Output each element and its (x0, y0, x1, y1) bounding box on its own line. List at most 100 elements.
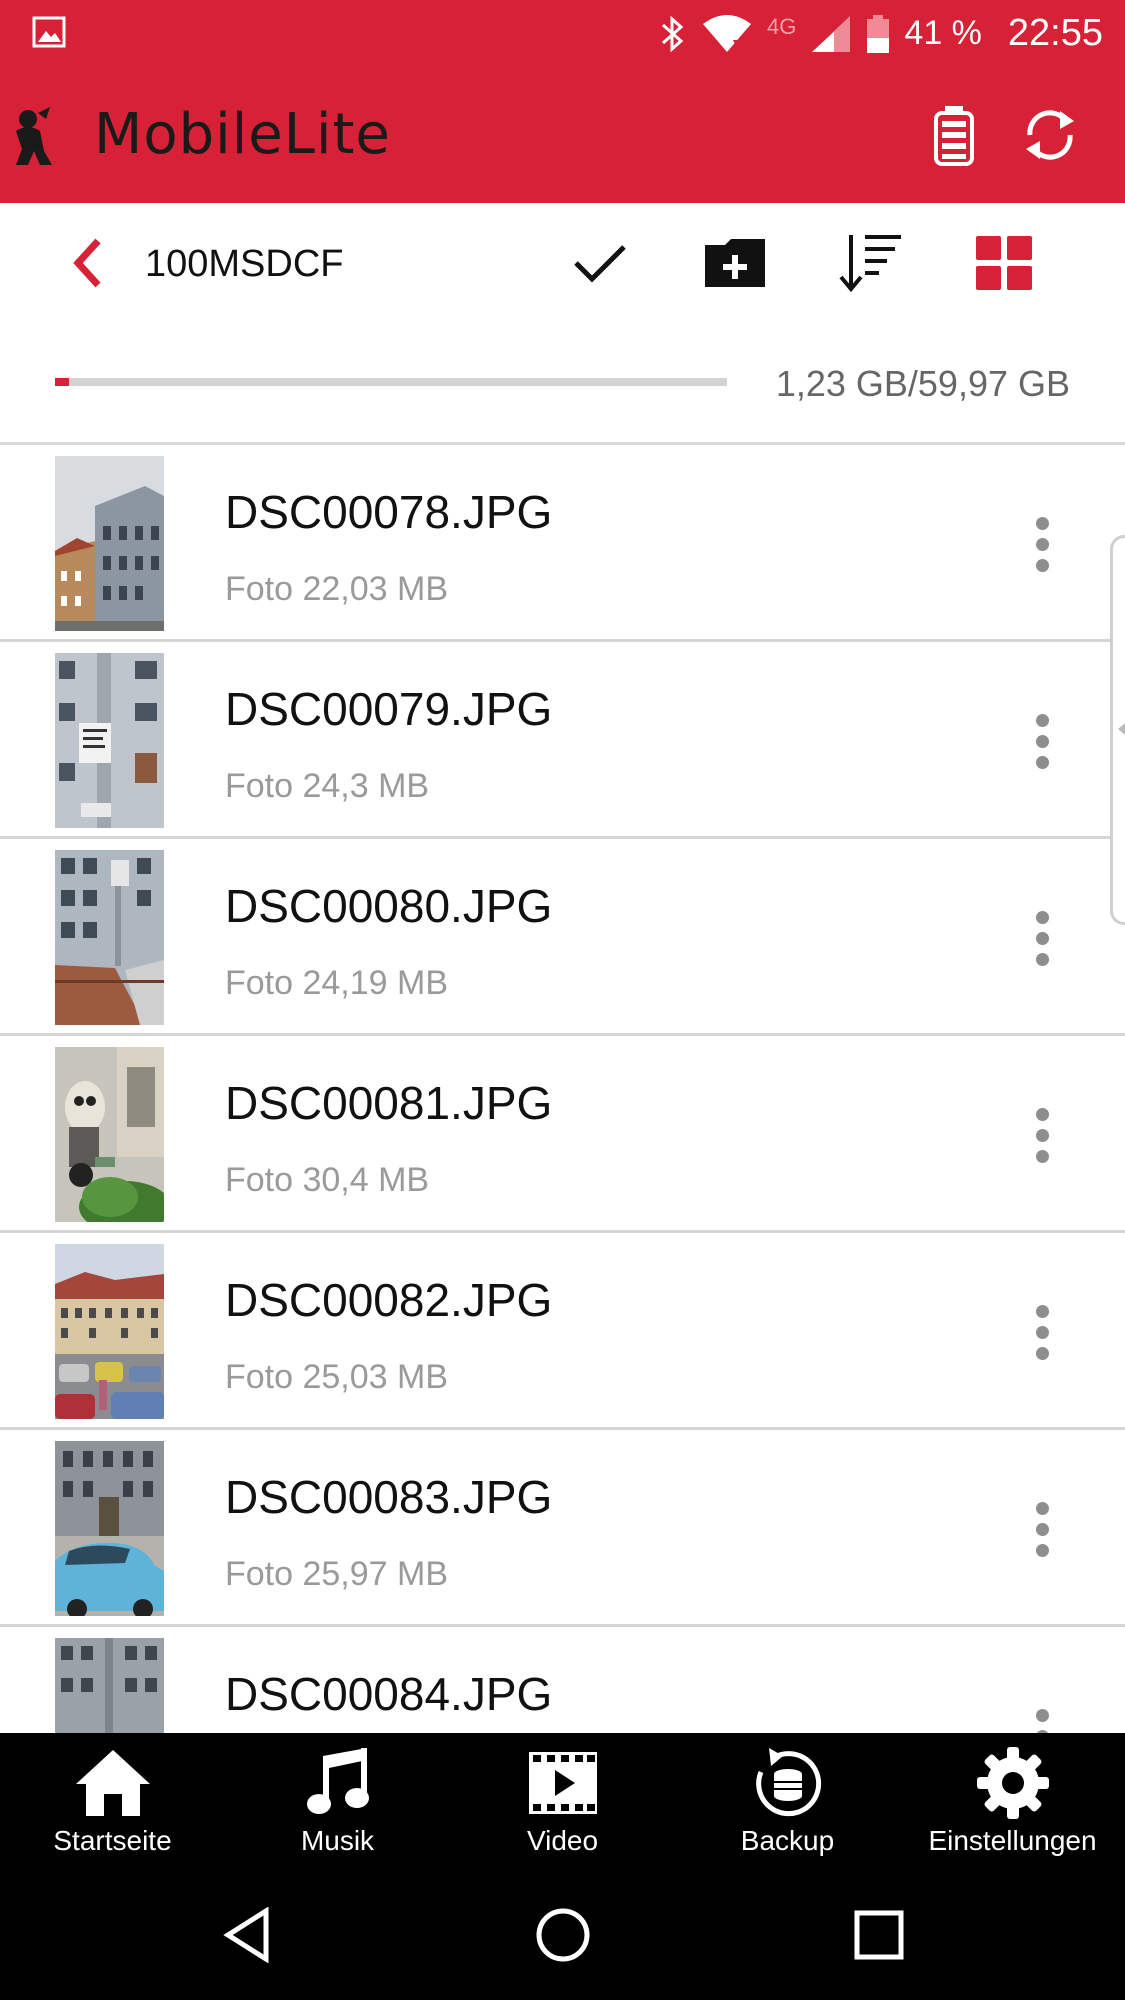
dot (1035, 516, 1049, 530)
more-options-button[interactable] (1015, 1490, 1069, 1568)
more-options-button[interactable] (1015, 702, 1069, 780)
chevron-left-icon (73, 238, 101, 288)
sync-button[interactable] (1012, 97, 1088, 173)
dot (1035, 1346, 1049, 1360)
more-options-button[interactable] (1015, 1096, 1069, 1174)
file-row[interactable]: DSC00078.JPG Foto 22,03 MB (0, 445, 1125, 642)
file-row[interactable]: DSC00084.JPG (0, 1627, 1125, 1733)
storage-progress-fill (55, 378, 69, 386)
dot (1035, 558, 1049, 572)
home-icon (75, 1750, 150, 1816)
app-title: MobileLite (94, 102, 391, 167)
file-row[interactable]: DSC00083.JPG Foto 25,97 MB (0, 1430, 1125, 1627)
folder-name: 100MSDCF (145, 243, 344, 285)
file-meta: Foto 25,97 MB (225, 1555, 449, 1593)
dot (1035, 734, 1049, 748)
nav-label: Musik (300, 1825, 375, 1856)
photo-thumbnail[interactable] (55, 1244, 164, 1419)
nav-video[interactable]: Video (450, 1733, 675, 1865)
photo-thumbnail[interactable] (55, 653, 164, 828)
storage-progress-bar (55, 378, 727, 386)
file-row[interactable]: DSC00081.JPG Foto 30,4 MB (0, 1036, 1125, 1233)
app-bar: MobileLite (0, 67, 1125, 203)
nav-settings[interactable]: Einstellungen (900, 1733, 1125, 1865)
storage-drive-icon (934, 106, 974, 166)
file-meta: Foto 24,19 MB (225, 964, 449, 1002)
dot (1035, 1107, 1049, 1121)
battery-percent: 41 % (904, 14, 982, 52)
file-name: DSC00079.JPG (225, 683, 553, 735)
file-row[interactable]: DSC00082.JPG Foto 25,03 MB (0, 1233, 1125, 1430)
clock: 22:55 (1007, 12, 1103, 54)
file-name: DSC00081.JPG (225, 1077, 553, 1129)
more-options-button[interactable] (1015, 1697, 1069, 1733)
file-row[interactable]: DSC00080.JPG Foto 24,19 MB (0, 839, 1125, 1036)
back-button[interactable] (52, 227, 124, 299)
dot (1035, 1501, 1049, 1515)
dot (1035, 1522, 1049, 1536)
more-options-button[interactable] (1015, 899, 1069, 977)
file-name: DSC00080.JPG (225, 880, 553, 932)
file-meta: Foto 22,03 MB (225, 570, 449, 608)
storage-label: 1,23 GB/59,97 GB (775, 363, 1070, 404)
nav-home[interactable]: Startseite (0, 1733, 225, 1865)
grid-view-icon (976, 236, 1032, 290)
new-folder-button[interactable] (699, 227, 771, 299)
file-name: DSC00082.JPG (225, 1274, 553, 1326)
sort-icon (839, 235, 901, 293)
system-home-button[interactable] (523, 1895, 603, 1975)
dot (1035, 1543, 1049, 1557)
bluetooth-icon (662, 15, 684, 52)
file-row[interactable]: DSC00079.JPG Foto 24,3 MB (0, 642, 1125, 839)
image-notification-icon (32, 16, 66, 48)
file-meta: Foto 30,4 MB (225, 1161, 430, 1199)
dot (1035, 952, 1049, 966)
video-icon (528, 1752, 597, 1814)
photo-thumbnail[interactable] (55, 1441, 164, 1616)
storage-button[interactable] (916, 97, 992, 173)
file-meta: Foto 25,03 MB (225, 1358, 449, 1396)
file-name: DSC00078.JPG (225, 486, 553, 538)
wifi-icon (703, 14, 752, 52)
system-back-button[interactable] (207, 1895, 287, 1975)
dot (1035, 931, 1049, 945)
back-triangle-icon (223, 1907, 269, 1963)
nav-label: Backup (740, 1825, 835, 1856)
dot (1035, 1128, 1049, 1142)
folder-add-icon (705, 239, 765, 287)
nav-music[interactable]: Musik (225, 1733, 450, 1865)
home-circle-icon (536, 1908, 590, 1962)
chevron-left-icon (1118, 723, 1125, 735)
more-options-button[interactable] (1015, 1293, 1069, 1371)
dot (1035, 1708, 1049, 1722)
photo-thumbnail[interactable] (55, 1047, 164, 1222)
select-button[interactable] (564, 227, 636, 299)
system-recents-button[interactable] (839, 1895, 919, 1975)
battery-icon (867, 14, 890, 53)
folder-toolbar: 100MSDCF (0, 203, 1125, 323)
side-panel-handle[interactable] (1110, 535, 1125, 925)
nav-label: Startseite (53, 1825, 172, 1856)
dot (1035, 1304, 1049, 1318)
nav-backup[interactable]: Backup (675, 1733, 900, 1865)
sort-button[interactable] (834, 227, 906, 299)
backup-icon (755, 1748, 821, 1817)
photo-thumbnail[interactable] (55, 1638, 164, 1733)
gear-icon (976, 1747, 1049, 1819)
nav-label: Video (526, 1825, 599, 1856)
more-options-button[interactable] (1015, 505, 1069, 583)
kingston-logo-icon (16, 107, 52, 165)
system-navigation-bar (0, 1865, 1125, 2000)
file-meta: Foto 24,3 MB (225, 767, 430, 805)
refresh-icon (1026, 110, 1074, 160)
photo-thumbnail[interactable] (55, 850, 164, 1025)
grid-view-button[interactable] (968, 227, 1040, 299)
photo-thumbnail[interactable] (55, 456, 164, 631)
file-list[interactable]: DSC00078.JPG Foto 22,03 MB DSC00079.JPG Fot… (0, 445, 1125, 1733)
recents-square-icon (854, 1910, 904, 1960)
signal-icon (812, 15, 851, 52)
bottom-nav: Startseite Musik Video Backup Einstellun… (0, 1733, 1125, 1865)
dot (1035, 713, 1049, 727)
file-name: DSC00084.JPG (225, 1668, 553, 1720)
status-bar: 4G 41 % 22:55 (0, 0, 1125, 67)
